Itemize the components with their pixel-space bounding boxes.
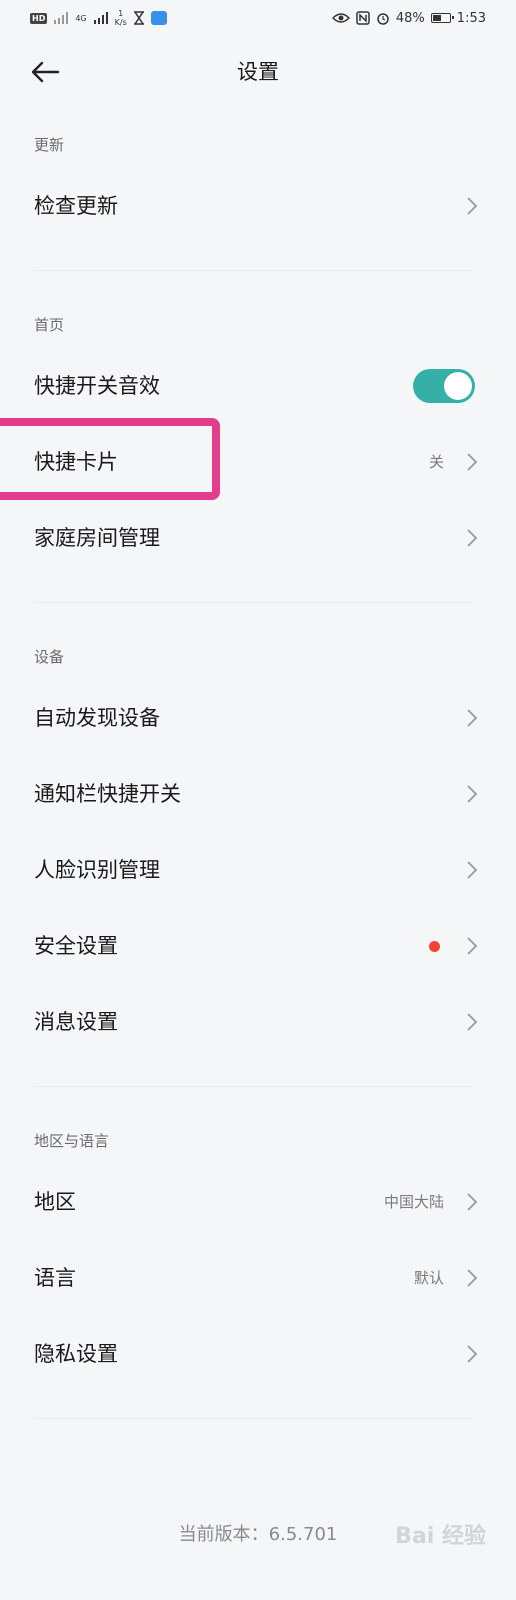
divider	[34, 1418, 474, 1419]
net-speed-unit: K/s	[114, 18, 127, 27]
quick-switch-sound-row: 快捷开关音效	[0, 354, 516, 418]
chevron-right-icon	[467, 453, 478, 471]
language-row[interactable]: 语言 默认	[0, 1246, 516, 1310]
security-settings-row[interactable]: 安全设置	[0, 914, 516, 978]
divider	[34, 270, 474, 271]
region-value: 中国大陆	[383, 1193, 444, 1211]
app-notification-icon	[150, 11, 167, 25]
divider	[34, 1086, 474, 1087]
chevron-right-icon	[467, 1013, 478, 1031]
chevron-right-icon	[467, 1345, 478, 1363]
room-management-label: 家庭房间管理	[34, 526, 160, 550]
app-header: 设置	[0, 36, 516, 108]
message-settings-label: 消息设置	[34, 1010, 118, 1034]
status-bar-right: 48% 1:53	[331, 10, 486, 26]
quick-switch-sound-toggle[interactable]	[413, 369, 475, 403]
section-header-update: 更新	[34, 136, 65, 154]
language-label: 语言	[34, 1266, 76, 1290]
auto-discover-row[interactable]: 自动发现设备	[0, 686, 516, 750]
divider	[34, 602, 474, 603]
battery-percent: 48%	[395, 10, 425, 26]
check-update-label: 检查更新	[34, 194, 118, 218]
auto-discover-label: 自动发现设备	[34, 706, 160, 730]
hourglass-icon	[133, 11, 144, 25]
chevron-right-icon	[467, 197, 478, 215]
quick-switch-sound-label: 快捷开关音效	[34, 374, 160, 398]
eye-icon	[331, 13, 350, 23]
face-recognition-row[interactable]: 人脸识别管理	[0, 838, 516, 902]
signal-icon	[54, 12, 69, 24]
message-settings-row[interactable]: 消息设置	[0, 990, 516, 1054]
alarm-icon	[377, 13, 389, 25]
chevron-right-icon	[467, 861, 478, 879]
arrow-left-icon	[31, 61, 60, 83]
section-header-region-language: 地区与语言	[34, 1132, 110, 1150]
network-type: 4G	[75, 13, 87, 23]
notification-switch-label: 通知栏快捷开关	[34, 782, 181, 806]
net-speed: 1 K/s	[115, 9, 127, 27]
region-label: 地区	[34, 1190, 76, 1214]
section-header-device: 设备	[34, 648, 65, 666]
status-bar: HD 4G 1 K/s 48% 1:53	[0, 0, 516, 36]
back-button[interactable]	[30, 54, 70, 90]
chevron-right-icon	[467, 937, 478, 955]
page-title: 设置	[237, 60, 279, 84]
check-update-row[interactable]: 检查更新	[0, 174, 516, 238]
privacy-settings-label: 隐私设置	[34, 1342, 118, 1366]
region-row[interactable]: 地区 中国大陆	[0, 1170, 516, 1234]
chevron-right-icon	[467, 1193, 478, 1211]
notification-switch-row[interactable]: 通知栏快捷开关	[0, 762, 516, 826]
notification-dot	[429, 941, 440, 952]
nfc-icon	[356, 11, 370, 25]
chevron-right-icon	[467, 529, 478, 547]
hd-indicator: HD	[30, 12, 48, 24]
security-settings-label: 安全设置	[34, 934, 118, 958]
baidu-watermark: Bai 经验	[395, 1524, 486, 1549]
signal-strength-icon	[93, 12, 108, 24]
section-header-home: 首页	[34, 316, 65, 334]
privacy-settings-row[interactable]: 隐私设置	[0, 1322, 516, 1386]
toggle-knob	[444, 372, 472, 400]
highlight-annotation-box	[0, 418, 220, 500]
chevron-right-icon	[467, 785, 478, 803]
room-management-row[interactable]: 家庭房间管理	[0, 506, 516, 570]
chevron-right-icon	[467, 709, 478, 727]
battery-icon	[430, 13, 454, 23]
clock: 1:53	[456, 10, 486, 26]
status-bar-left: HD 4G 1 K/s	[30, 9, 167, 27]
language-value: 默认	[413, 1269, 444, 1287]
face-recognition-label: 人脸识别管理	[34, 858, 160, 882]
quick-card-value: 关	[428, 453, 444, 471]
chevron-right-icon	[467, 1269, 478, 1287]
net-speed-value: 1	[118, 9, 124, 18]
